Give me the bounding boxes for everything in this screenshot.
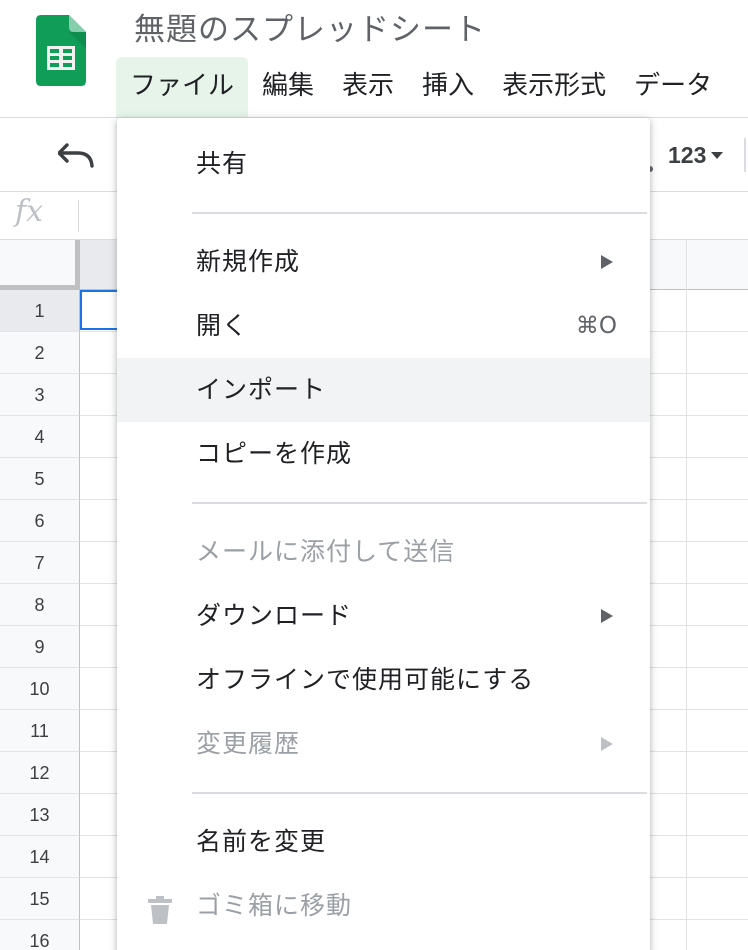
menu-item-label: インポート <box>196 375 327 404</box>
menu-item-label: ゴミ箱に移動 <box>196 891 353 920</box>
submenu-arrow-icon <box>601 737 613 751</box>
active-cell[interactable] <box>80 290 120 330</box>
menu-data[interactable]: データ <box>620 57 726 117</box>
menu-item-share[interactable]: 共有 <box>117 132 650 196</box>
menu-item-offline[interactable]: オフラインで使用可能にする <box>117 648 650 712</box>
row-header[interactable]: 7 <box>0 542 80 584</box>
submenu-arrow-icon <box>601 609 613 623</box>
menu-item-label: 名前を変更 <box>196 827 327 856</box>
row-header[interactable]: 11 <box>0 710 80 752</box>
menu-item-label: ダウンロード <box>196 601 353 630</box>
menu-item-label: 共有 <box>196 149 249 178</box>
fx-icon: fx <box>15 194 44 229</box>
row-header[interactable]: 13 <box>0 794 80 836</box>
menu-item-label: 変更履歴 <box>196 729 301 758</box>
column-header-a[interactable] <box>80 240 120 290</box>
toolbar-divider <box>744 138 746 172</box>
row-header[interactable]: 14 <box>0 836 80 878</box>
more-formats-button[interactable]: 123 <box>668 140 724 170</box>
menu-item-import[interactable]: インポート <box>117 358 650 422</box>
row-header[interactable]: 16 <box>0 920 80 950</box>
formula-divider <box>78 200 79 232</box>
menu-file[interactable]: ファイル <box>116 57 249 117</box>
menu-separator <box>192 212 647 214</box>
menu-item-email-attachment: メールに添付して送信 <box>117 520 650 584</box>
menu-item-label: 新規作成 <box>196 247 301 276</box>
menu-edit[interactable]: 編集 <box>248 57 328 117</box>
menu-separator <box>192 502 647 504</box>
menu-format[interactable]: 表示形式 <box>488 57 620 117</box>
row-header[interactable]: 6 <box>0 500 80 542</box>
caret-down-icon <box>711 151 724 159</box>
app-header: 無題のスプレッドシート ファイル 編集 表示 挿入 表示形式 データ <box>0 0 748 118</box>
menu-bar: ファイル 編集 表示 挿入 表示形式 データ <box>116 57 726 117</box>
row-header[interactable]: 4 <box>0 416 80 458</box>
menu-item-make-copy[interactable]: コピーを作成 <box>117 422 650 486</box>
row-header[interactable]: 8 <box>0 584 80 626</box>
select-all-corner[interactable] <box>0 240 80 290</box>
column-header[interactable] <box>648 240 748 290</box>
row-header[interactable]: 10 <box>0 668 80 710</box>
menu-separator <box>192 792 647 794</box>
row-header[interactable]: 3 <box>0 374 80 416</box>
menu-item-label: メールに添付して送信 <box>196 537 456 566</box>
menu-item-open[interactable]: 開く ⌘O <box>117 294 650 358</box>
menu-item-download[interactable]: ダウンロード <box>117 584 650 648</box>
row-header[interactable]: 9 <box>0 626 80 668</box>
menu-item-label: コピーを作成 <box>196 439 353 468</box>
menu-view[interactable]: 表示 <box>328 57 408 117</box>
menu-item-new[interactable]: 新規作成 <box>117 230 650 294</box>
row-header[interactable]: 15 <box>0 878 80 920</box>
row-header[interactable]: 2 <box>0 332 80 374</box>
file-menu: 共有 新規作成 開く ⌘O インポート コピーを作成 メールに添付して送信 ダウ… <box>117 118 650 950</box>
trash-icon <box>148 896 172 924</box>
menu-item-label: オフラインで使用可能にする <box>196 665 535 694</box>
menu-item-label: 開く <box>196 311 249 340</box>
menu-insert[interactable]: 挿入 <box>408 57 488 117</box>
menu-item-move-to-trash: ゴミ箱に移動 <box>117 874 650 938</box>
row-header[interactable]: 12 <box>0 752 80 794</box>
menu-item-rename[interactable]: 名前を変更 <box>117 810 650 874</box>
submenu-arrow-icon <box>601 255 613 269</box>
row-header[interactable]: 5 <box>0 458 80 500</box>
row-header[interactable]: 1 <box>0 290 80 332</box>
sheets-logo-icon[interactable] <box>36 15 86 86</box>
row-headers: 1 2 3 4 5 6 7 8 9 10 11 12 13 14 15 16 <box>0 290 80 950</box>
document-title[interactable]: 無題のスプレッドシート <box>134 4 486 49</box>
more-formats-label: 123 <box>668 141 707 168</box>
undo-icon[interactable] <box>58 142 94 168</box>
menu-item-version-history: 変更履歴 <box>117 712 650 776</box>
shortcut-label: ⌘O <box>575 313 617 339</box>
